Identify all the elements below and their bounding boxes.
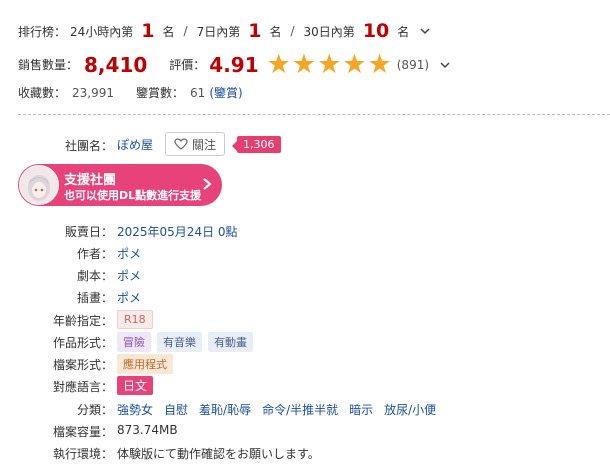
format-tag[interactable]: 有音樂	[157, 332, 202, 352]
genre-list: 強勢女 自慰 羞恥/恥辱 命令/半推半就 暗示 放尿/小便	[117, 401, 447, 418]
illust-label: 插畫：	[76, 291, 113, 305]
genre-link[interactable]: 羞恥/恥辱	[199, 401, 251, 418]
ranking-30d-value: 10	[362, 20, 390, 42]
heart-icon	[174, 138, 188, 150]
release-label: 販賣日：	[64, 225, 113, 239]
scenario-label: 劇本：	[76, 269, 113, 283]
chevron-right-icon	[203, 178, 212, 190]
divider	[18, 114, 610, 115]
genre-link[interactable]: 自慰	[164, 401, 188, 418]
ranking-24h-label: 24小時內第	[70, 24, 134, 39]
chevron-down-icon[interactable]	[439, 59, 451, 71]
genre-link[interactable]: 放尿/小便	[384, 401, 436, 418]
ranking-sep-1: /	[183, 24, 188, 38]
ranking-unit-2: 名	[269, 24, 282, 39]
lang-value: 日文	[117, 376, 159, 395]
follow-count-badge: 1,306	[232, 135, 281, 153]
sales-value: 8,410	[84, 52, 148, 77]
star-icon: ★	[367, 49, 392, 80]
reviews-link[interactable]: (鑒賞)	[209, 84, 242, 101]
ranking-row: 排行榜： 24小時內第 1 名 / 7日內第 1 名 / 30日內第 10 名	[18, 20, 431, 42]
support-subtitle: 也可以使用DL點數進行支援	[64, 189, 202, 202]
scenario-link[interactable]: ポメ	[117, 267, 141, 284]
file-value: 應用程式	[117, 354, 179, 374]
author-link[interactable]: ポメ	[117, 245, 141, 262]
rating-value: 4.91	[209, 52, 259, 77]
ranking-24h-value: 1	[141, 20, 155, 42]
ranking-7d-label: 7日內第	[196, 24, 241, 39]
ranking-unit-1: 名	[162, 24, 175, 39]
size-label: 檔案容量：	[52, 425, 113, 439]
lang-tag[interactable]: 日文	[117, 376, 154, 395]
avatar	[19, 165, 59, 205]
follow-label: 關注	[192, 137, 217, 152]
sales-row: 銷售數量： 8,410 評價： 4.91 ★ ★ ★ ★ ★ (891)	[18, 51, 451, 78]
star-icon: ★	[291, 49, 317, 80]
file-tag[interactable]: 應用程式	[117, 354, 173, 374]
age-value: R18	[117, 310, 159, 329]
reviews-value: 61	[190, 85, 206, 100]
fav-label: 收藏數：	[18, 86, 67, 100]
star-icon: ★	[266, 49, 291, 80]
age-tag[interactable]: R18	[117, 310, 153, 329]
review-count: (891)	[396, 57, 430, 72]
star-icon: ★	[317, 49, 342, 80]
circle-label: 社團名：	[64, 139, 113, 153]
release-date-link[interactable]: 2025年05月24日 0點	[117, 223, 238, 240]
genre-link[interactable]: 暗示	[349, 401, 373, 418]
ranking-30d-label: 30日內第	[303, 24, 355, 39]
author-label: 作者：	[76, 247, 113, 261]
circle-name-link[interactable]: ぽめ屋	[117, 136, 153, 153]
support-circle-button[interactable]: 支援社團 也可以使用DL點數進行支援	[18, 164, 222, 206]
age-label: 年齡指定：	[52, 314, 113, 328]
genre-link[interactable]: 命令/半推半就	[262, 401, 338, 418]
reviews-label: 鑒賞數：	[136, 86, 185, 100]
illust-link[interactable]: ポメ	[117, 289, 141, 306]
rating-stars: ★ ★ ★ ★ ★	[267, 51, 393, 78]
ranking-label: 排行榜：	[18, 24, 67, 39]
ranking-unit-3: 名	[397, 24, 410, 39]
genre-label: 分類：	[76, 403, 113, 417]
star-icon: ★	[342, 49, 367, 80]
file-label: 檔案形式：	[52, 358, 113, 372]
format-label: 作品形式：	[52, 336, 113, 350]
fav-value: 23,991	[72, 85, 115, 100]
format-tag[interactable]: 有動畫	[208, 332, 253, 352]
size-value: 873.74MB	[117, 423, 178, 437]
env-value: 体験版にて動作確認をお願いします。	[117, 447, 320, 461]
genre-link[interactable]: 強勢女	[117, 401, 153, 418]
lang-label: 對應語言：	[52, 380, 113, 394]
ranking-sep-2: /	[290, 24, 295, 38]
format-value: 冒險 有音樂 有動畫	[117, 332, 259, 352]
env-label: 執行環境：	[52, 447, 113, 461]
follow-button[interactable]: 關注	[165, 132, 226, 156]
format-tag[interactable]: 冒險	[117, 332, 151, 352]
sales-label: 銷售數量：	[18, 58, 79, 72]
chevron-down-icon[interactable]	[419, 25, 431, 37]
support-title: 支援社團	[64, 173, 117, 188]
circle-value: ぽめ屋 關注 1,306	[117, 132, 281, 156]
stats-row: 收藏數： 23,991 鑒賞數： 61 (鑒賞)	[18, 84, 243, 101]
ranking-7d-value: 1	[248, 20, 262, 42]
rating-label: 評價：	[169, 58, 206, 72]
